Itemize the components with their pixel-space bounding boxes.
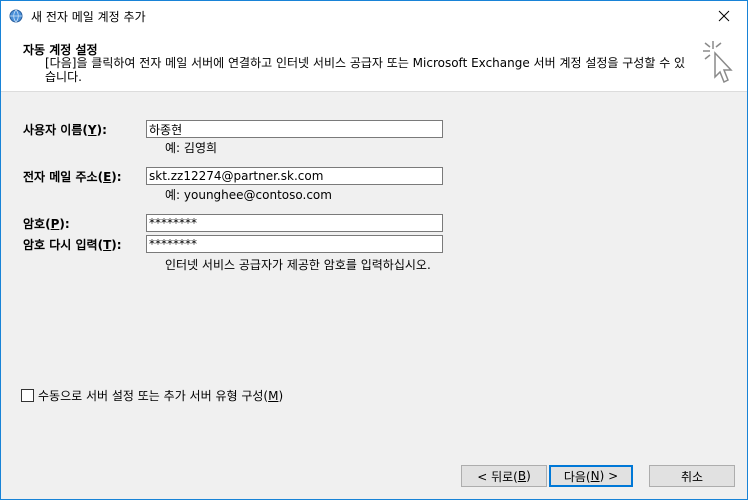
retype-password-input[interactable]	[146, 235, 443, 253]
window-title: 새 전자 메일 계정 추가	[31, 10, 146, 24]
close-button[interactable]	[701, 1, 747, 31]
header-panel: 자동 계정 설정 [다음]을 클릭하여 전자 메일 서버에 연결하고 인터넷 서…	[1, 31, 747, 92]
email-input[interactable]	[146, 167, 443, 185]
sparkle-cursor-icon	[703, 41, 733, 84]
header-description: [다음]을 클릭하여 전자 메일 서버에 연결하고 인터넷 서비스 공급자 또는…	[45, 56, 686, 84]
email-hint: 예: younghee@contoso.com	[165, 188, 332, 202]
password-label: 암호(P):	[23, 217, 70, 231]
close-icon	[718, 10, 730, 22]
add-email-account-dialog: 새 전자 메일 계정 추가 자동 계정 설정 [다음]을 클릭하여 전자 메일 …	[0, 0, 748, 500]
name-label: 사용자 이름(Y):	[23, 123, 107, 137]
title-bar: 새 전자 메일 계정 추가	[1, 1, 747, 31]
globe-mail-icon	[9, 9, 23, 23]
cancel-button[interactable]: 취소	[649, 465, 735, 487]
manual-config-option[interactable]: 수동으로 서버 설정 또는 추가 서버 유형 구성(M)	[21, 387, 283, 404]
retype-password-label: 암호 다시 입력(T):	[23, 238, 122, 252]
email-label: 전자 메일 주소(E):	[23, 170, 122, 184]
password-hint: 인터넷 서비스 공급자가 제공한 암호를 입력하십시오.	[165, 258, 431, 272]
manual-config-checkbox[interactable]	[21, 389, 34, 402]
back-button[interactable]: < 뒤로(B)	[461, 465, 547, 487]
name-hint: 예: 김영희	[165, 141, 218, 155]
next-button[interactable]: 다음(N) >	[549, 465, 633, 487]
manual-config-label: 수동으로 서버 설정 또는 추가 서버 유형 구성(M)	[38, 389, 284, 403]
name-input[interactable]	[146, 120, 443, 138]
password-input[interactable]	[146, 214, 443, 232]
